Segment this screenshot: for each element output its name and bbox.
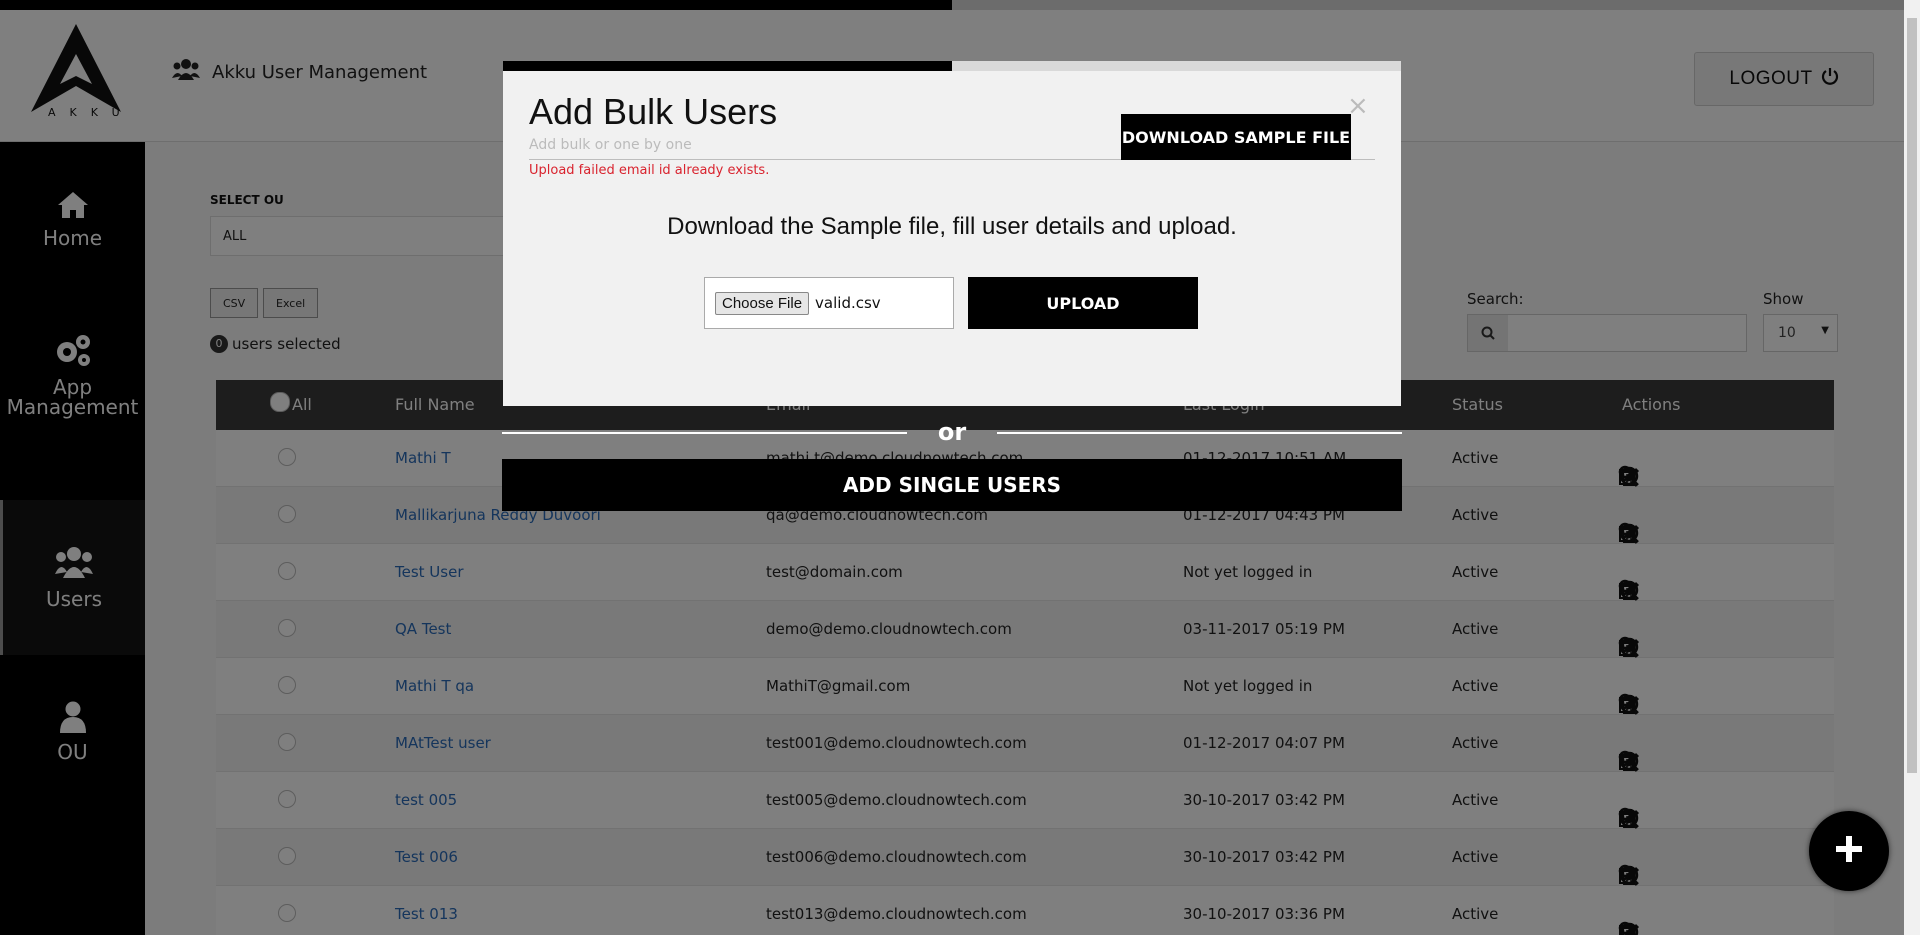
add-bulk-users-modal: Add Bulk Users Add bulk or one by one Up… [503, 61, 1401, 406]
or-separator: or [937, 418, 967, 446]
file-input[interactable]: Choose File valid.csv [704, 277, 954, 329]
download-sample-button[interactable]: DOWNLOAD SAMPLE FILE [1121, 114, 1351, 160]
modal-progress-bar [503, 61, 1401, 71]
modal-subtitle: Add bulk or one by one [529, 137, 692, 153]
plus-icon [1836, 836, 1862, 866]
scrollbar-thumb[interactable] [1907, 18, 1917, 773]
add-single-users-button[interactable]: ADD SINGLE USERS [502, 459, 1402, 511]
or-divider-right [997, 432, 1402, 434]
or-divider-left [502, 432, 907, 434]
page-scrollbar[interactable] [1904, 0, 1920, 935]
upload-button[interactable]: UPLOAD [968, 277, 1198, 329]
upload-instructions: Download the Sample file, fill user deta… [667, 213, 1237, 240]
add-user-fab[interactable] [1809, 811, 1889, 891]
modal-title: Add Bulk Users [529, 91, 778, 132]
choose-file-button[interactable]: Choose File [715, 291, 810, 315]
selected-file-name: valid.csv [815, 294, 881, 312]
upload-error-message: Upload failed email id already exists. [529, 163, 770, 178]
